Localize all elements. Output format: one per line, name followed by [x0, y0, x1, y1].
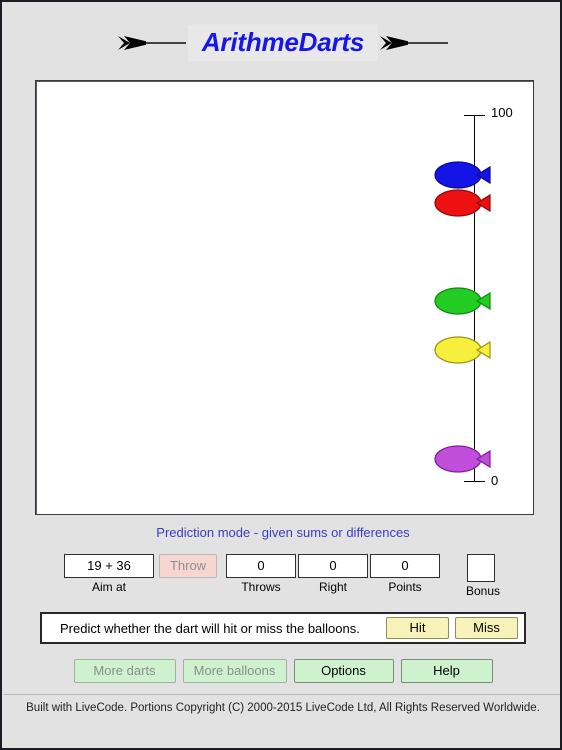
right-group: 0 Right [298, 554, 368, 594]
balloon-yellow[interactable] [434, 333, 492, 367]
bonus-group: Bonus [466, 554, 501, 598]
right-label: Right [318, 580, 347, 594]
prediction-prompt-bar: Predict whether the dart will hit or mis… [40, 612, 526, 644]
aim-at-group: 19 + 36 Aim at [64, 554, 154, 594]
aim-at-field[interactable]: 19 + 36 [64, 554, 154, 578]
aim-at-label: Aim at [91, 580, 126, 594]
bonus-box [467, 554, 495, 582]
points-group: 0 Points [370, 554, 440, 594]
balloon-green[interactable] [434, 284, 492, 318]
footer-divider [4, 694, 560, 695]
throws-group: 0 Throws [226, 554, 296, 594]
throws-label: Throws [241, 580, 281, 594]
balloon-red[interactable] [434, 186, 492, 220]
arithmedarts-window: ArithmeDarts 100 0 Prediction mode - giv… [0, 0, 562, 750]
page-title: ArithmeDarts [187, 25, 379, 61]
points-value: 0 [370, 554, 440, 578]
hit-button[interactable]: Hit [386, 617, 449, 639]
footer-credit-text: Built with LiveCode. Portions Copyright … [26, 702, 540, 714]
balloon-purple[interactable] [434, 442, 492, 476]
dart-arrow-left-icon [116, 32, 188, 54]
balloon-scale: 100 0 [36, 81, 533, 514]
scale-label-bottom: 0 [491, 473, 499, 488]
prediction-prompt-text: Predict whether the dart will hit or mis… [60, 620, 360, 636]
bottom-button-bar: More darts More balloons Options Help [2, 659, 560, 685]
scale-tick-top [464, 115, 485, 116]
scale-tick-bottom [464, 481, 485, 482]
title-bar: ArithmeDarts [2, 20, 560, 66]
help-button[interactable]: Help [400, 659, 493, 683]
play-area[interactable]: 100 0 [35, 80, 534, 515]
miss-button[interactable]: Miss [455, 617, 518, 639]
dart-arrow-right-icon [378, 32, 450, 54]
more-darts-button[interactable]: More darts [73, 659, 176, 683]
throws-value: 0 [226, 554, 296, 578]
more-balloons-button[interactable]: More balloons [182, 659, 287, 683]
stats-row: 19 + 36 Aim at Throw 0 Throws 0 Right 0 … [2, 554, 560, 598]
scale-label-top: 100 [491, 105, 513, 120]
bonus-label: Bonus [466, 584, 501, 598]
throw-button[interactable]: Throw [159, 554, 217, 578]
mode-status-text: Prediction mode - given sums or differen… [156, 525, 410, 540]
points-label: Points [388, 580, 422, 594]
throw-group: Throw [159, 554, 217, 578]
options-button[interactable]: Options [293, 659, 394, 683]
right-value: 0 [298, 554, 368, 578]
